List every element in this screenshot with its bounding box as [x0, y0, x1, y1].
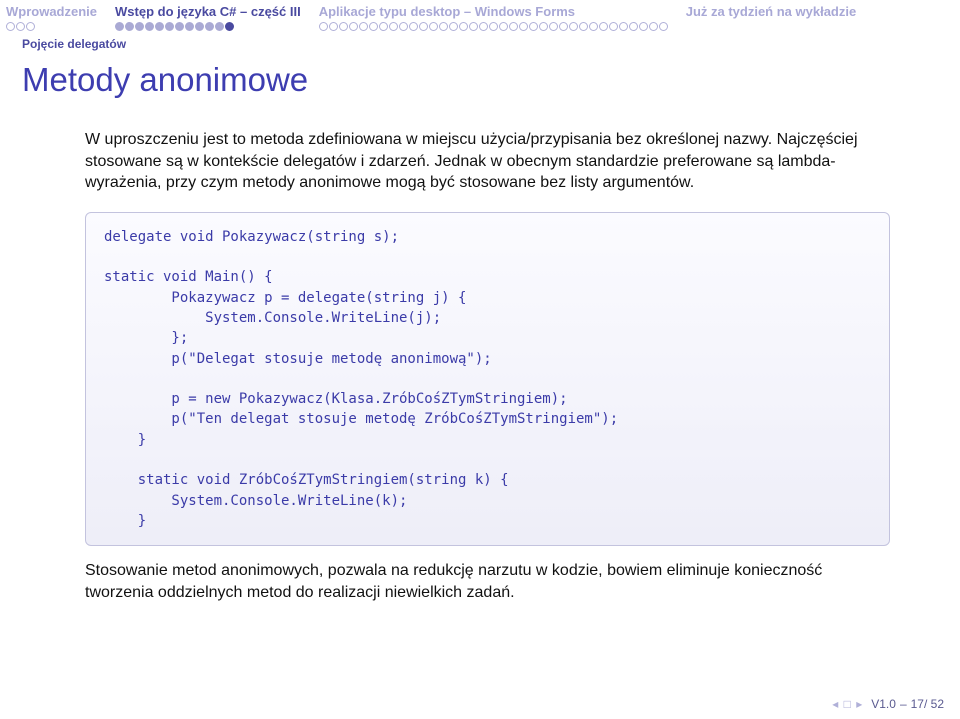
- footer-sep: –: [900, 697, 907, 711]
- progress-dot[interactable]: [165, 22, 174, 31]
- footer: ◂ □ ▸ V1.0 – 17/ 52: [832, 697, 944, 711]
- progress-dot[interactable]: [579, 22, 588, 31]
- progress-dot[interactable]: [659, 22, 668, 31]
- progress-dot[interactable]: [26, 22, 35, 31]
- progress-dot[interactable]: [135, 22, 144, 31]
- progress-dot[interactable]: [629, 22, 638, 31]
- progress-dot[interactable]: [399, 22, 408, 31]
- progress-dot[interactable]: [16, 22, 25, 31]
- code-block: delegate void Pokazywacz(string s); stat…: [85, 212, 890, 546]
- progress-dot[interactable]: [115, 22, 124, 31]
- progress-dot[interactable]: [145, 22, 154, 31]
- progress-dot[interactable]: [359, 22, 368, 31]
- progress-dot[interactable]: [519, 22, 528, 31]
- progress-dot[interactable]: [599, 22, 608, 31]
- progress-dot[interactable]: [479, 22, 488, 31]
- progress-dot[interactable]: [339, 22, 348, 31]
- version-label: V1.0: [871, 697, 896, 711]
- progress-dot[interactable]: [205, 22, 214, 31]
- progress-dot[interactable]: [439, 22, 448, 31]
- progress-dot[interactable]: [509, 22, 518, 31]
- progress-dot[interactable]: [539, 22, 548, 31]
- nav-section[interactable]: Wprowadzenie: [6, 4, 97, 31]
- progress-dot[interactable]: [429, 22, 438, 31]
- progress-dot[interactable]: [175, 22, 184, 31]
- progress-dot[interactable]: [529, 22, 538, 31]
- nav-section-label: Wprowadzenie: [6, 4, 97, 19]
- progress-dot[interactable]: [389, 22, 398, 31]
- progress-dot[interactable]: [549, 22, 558, 31]
- progress-dot[interactable]: [155, 22, 164, 31]
- progress-dot[interactable]: [195, 22, 204, 31]
- progress-dot[interactable]: [6, 22, 15, 31]
- progress-dot[interactable]: [609, 22, 618, 31]
- progress-dot[interactable]: [379, 22, 388, 31]
- progress-dot[interactable]: [639, 22, 648, 31]
- progress-dot[interactable]: [419, 22, 428, 31]
- progress-dot[interactable]: [349, 22, 358, 31]
- progress-dot[interactable]: [589, 22, 598, 31]
- progress-dot[interactable]: [225, 22, 234, 31]
- progress-dot[interactable]: [215, 22, 224, 31]
- progress-dot[interactable]: [319, 22, 328, 31]
- top-nav: Wprowadzenie Wstęp do języka C# – część I…: [0, 0, 960, 31]
- progress-dot[interactable]: [619, 22, 628, 31]
- nav-progress: [115, 21, 301, 31]
- nav-section-label: Wstęp do języka C# – część III: [115, 4, 301, 19]
- nav-section[interactable]: Aplikacje typu desktop – Windows Forms: [319, 4, 668, 31]
- nav-progress: [686, 21, 857, 31]
- progress-dot[interactable]: [185, 22, 194, 31]
- subsection-label: Pojęcie delegatów: [0, 31, 960, 51]
- outro-paragraph: Stosowanie metod anonimowych, pozwala na…: [85, 560, 890, 603]
- progress-dot[interactable]: [329, 22, 338, 31]
- nav-section[interactable]: Już za tydzień na wykładzie: [686, 4, 857, 31]
- nav-section-label: Już za tydzień na wykładzie: [686, 4, 857, 19]
- progress-dot[interactable]: [369, 22, 378, 31]
- progress-dot[interactable]: [469, 22, 478, 31]
- progress-dot[interactable]: [409, 22, 418, 31]
- nav-section-label: Aplikacje typu desktop – Windows Forms: [319, 4, 668, 19]
- intro-paragraph: W uproszczeniu jest to metoda zdefiniowa…: [85, 129, 890, 194]
- progress-dot[interactable]: [569, 22, 578, 31]
- page-number: 17/ 52: [911, 697, 944, 711]
- nav-section[interactable]: Wstęp do języka C# – część III: [115, 4, 301, 31]
- progress-dot[interactable]: [459, 22, 468, 31]
- slide-title: Metody anonimowe: [0, 51, 960, 99]
- progress-dot[interactable]: [499, 22, 508, 31]
- nav-progress: [319, 21, 668, 31]
- nav-progress: [6, 21, 97, 31]
- progress-dot[interactable]: [125, 22, 134, 31]
- progress-dot[interactable]: [489, 22, 498, 31]
- nav-controls-icon[interactable]: ◂ □ ▸: [832, 697, 863, 711]
- progress-dot[interactable]: [559, 22, 568, 31]
- progress-dot[interactable]: [449, 22, 458, 31]
- progress-dot[interactable]: [649, 22, 658, 31]
